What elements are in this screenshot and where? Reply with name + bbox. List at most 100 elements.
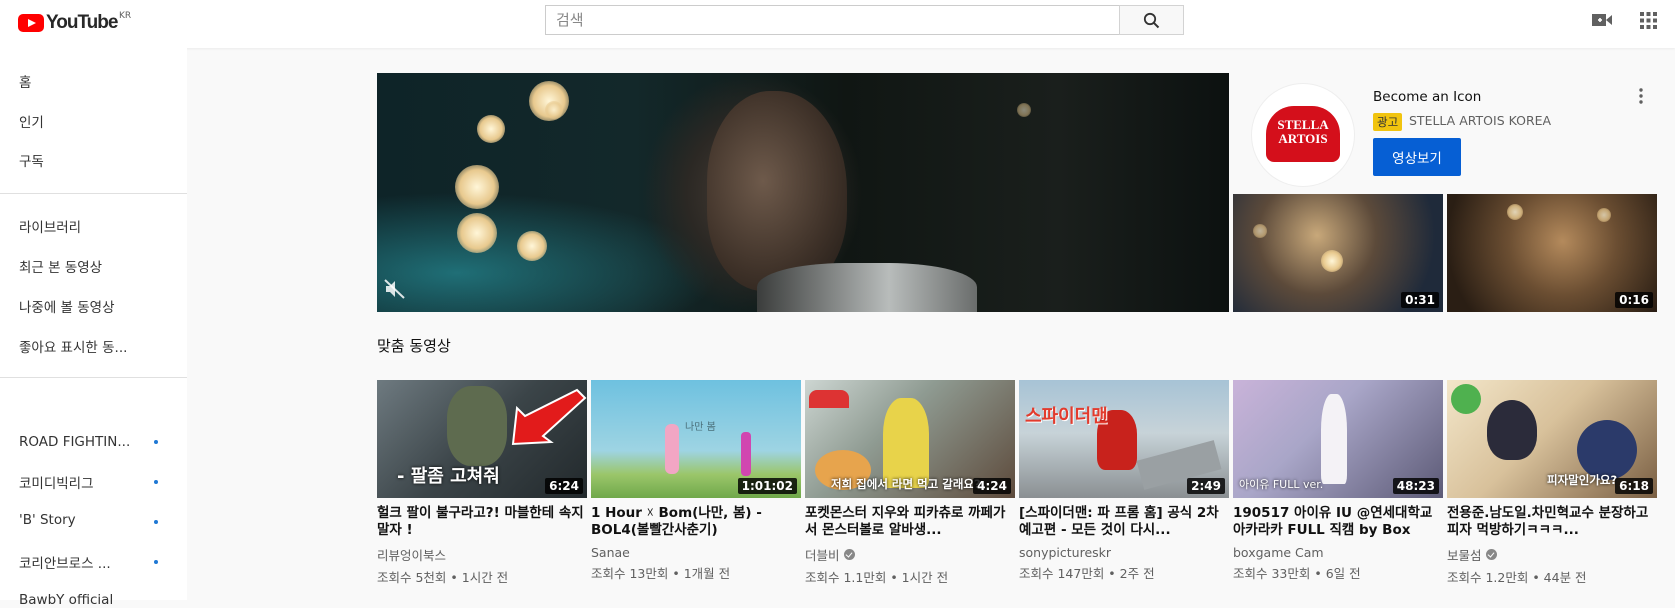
video-thumbnail[interactable]: 아이유 FULL ver. 48:23 bbox=[1233, 380, 1443, 498]
new-content-dot bbox=[154, 480, 158, 484]
advertiser-logo-text: STELLA bbox=[1277, 117, 1329, 132]
muted-speaker-icon bbox=[384, 279, 405, 299]
advertiser-logo[interactable]: STELLA ARTOIS bbox=[1252, 84, 1354, 186]
video-card: 저희 집에서 라면 먹고 갈래요? 4:24 포켓몬스터 지우와 피카츄로 까페… bbox=[805, 380, 1015, 586]
channel-name[interactable]: 더블비 bbox=[805, 545, 840, 564]
ad-banner-video[interactable] bbox=[377, 73, 1229, 312]
channel-name[interactable]: Sanae bbox=[591, 545, 630, 560]
thumbnail-caption: 스파이더맨 bbox=[1025, 406, 1108, 427]
sidebar-item-history[interactable]: 최근 본 동영상 bbox=[19, 256, 102, 276]
video-duration: 6:18 bbox=[1615, 478, 1653, 494]
sidebar-item-trending[interactable]: 인기 bbox=[19, 111, 44, 131]
video-camera-icon bbox=[1592, 14, 1612, 26]
channel-name-row: 리뷰엉이북스 bbox=[377, 545, 587, 564]
channel-name[interactable]: 리뷰엉이북스 bbox=[377, 545, 446, 564]
video-thumbnail[interactable]: 저희 집에서 라면 먹고 갈래요? 4:24 bbox=[805, 380, 1015, 498]
video-meta: 조회수 1.2만회 • 44분 전 bbox=[1447, 570, 1587, 585]
ad-channel-name[interactable]: STELLA ARTOIS KOREA bbox=[1409, 113, 1551, 128]
new-content-dot bbox=[154, 440, 158, 444]
video-title[interactable]: 전용준.남도일.차민혁교수 분장하고 피자 먹방하기ㅋㅋㅋ... bbox=[1447, 505, 1657, 539]
video-meta: 조회수 13만회 • 1개월 전 bbox=[591, 566, 731, 581]
sidebar-item-liked-videos[interactable]: 좋아요 표시한 동... bbox=[19, 336, 127, 356]
thumbnail-caption: 아이유 FULL ver. bbox=[1239, 478, 1324, 491]
thumbnail-caption: 나만 봄 bbox=[685, 422, 716, 433]
thumbnail-caption: 저희 집에서 라면 먹고 갈래요? bbox=[831, 477, 981, 491]
video-duration: 1:01:02 bbox=[737, 478, 797, 494]
ad-more-options-button[interactable] bbox=[1639, 88, 1643, 108]
subscription-item[interactable]: 코미디빅리그 bbox=[19, 472, 94, 492]
channel-name[interactable]: sonypictureskr bbox=[1019, 545, 1111, 560]
video-thumbnail[interactable]: 나만 봄 1:01:02 bbox=[591, 380, 801, 498]
video-title[interactable]: 헐크 팔이 불구라고?! 마블한테 속지 말자 ! bbox=[377, 505, 587, 539]
apps-grid-icon bbox=[1640, 12, 1657, 29]
video-thumbnail[interactable]: 스파이더맨 2:49 bbox=[1019, 380, 1229, 498]
subscription-item[interactable]: 코리안브로스 ... bbox=[19, 552, 111, 572]
new-content-dot bbox=[154, 520, 158, 524]
channel-name-row: Sanae bbox=[591, 545, 801, 560]
channel-name-row: 보물섬 bbox=[1447, 545, 1657, 564]
video-title[interactable]: 190517 아이유 IU @연세대학교 아카라카 FULL 직캠 by Box bbox=[1233, 505, 1443, 539]
sidebar-item-home[interactable]: 홈 bbox=[19, 71, 31, 91]
video-duration: 4:24 bbox=[973, 478, 1011, 494]
search-input[interactable] bbox=[546, 6, 1119, 34]
more-vert-icon bbox=[1639, 88, 1643, 104]
video-title[interactable]: 1 Hour ☓ Bom(나만, 봄) - BOL4(볼빨간사춘기) bbox=[591, 505, 801, 539]
create-video-button[interactable] bbox=[1592, 12, 1612, 32]
ad-badge: 광고 bbox=[1373, 113, 1403, 131]
sidebar-item-watch-later[interactable]: 나중에 볼 동영상 bbox=[19, 296, 115, 316]
sidebar-item-subscriptions[interactable]: 구독 bbox=[19, 150, 44, 170]
subscription-item[interactable]: BawbY official bbox=[19, 592, 113, 608]
channel-name-row: 더블비 bbox=[805, 545, 1015, 564]
subscription-item[interactable]: 'B' Story bbox=[19, 512, 76, 528]
video-meta: 조회수 33만회 • 6일 전 bbox=[1233, 566, 1361, 581]
watch-video-button[interactable]: 영상보기 bbox=[1373, 138, 1461, 176]
sidebar-divider bbox=[0, 377, 187, 378]
video-duration: 0:31 bbox=[1401, 292, 1439, 308]
subscription-item[interactable]: ROAD FIGHTIN... bbox=[19, 434, 130, 450]
ad-thumbnail[interactable]: 0:31 bbox=[1233, 194, 1443, 312]
search-box bbox=[545, 5, 1119, 35]
video-card: 나만 봄 1:01:02 1 Hour ☓ Bom(나만, 봄) - BOL4(… bbox=[591, 380, 801, 582]
video-card: 피자말인가요? 6:18 전용준.남도일.차민혁교수 분장하고 피자 먹방하기ㅋ… bbox=[1447, 380, 1657, 586]
ad-thumbnail[interactable]: 0:16 bbox=[1447, 194, 1657, 312]
section-title: 맞춤 동영상 bbox=[377, 337, 451, 355]
channel-name-row: sonypictureskr bbox=[1019, 545, 1229, 560]
verified-badge-icon bbox=[843, 549, 855, 560]
video-duration: 6:24 bbox=[545, 478, 583, 494]
video-meta: 조회수 5천회 • 1시간 전 bbox=[377, 570, 509, 585]
video-duration: 2:49 bbox=[1187, 478, 1225, 494]
video-thumbnail[interactable]: 피자말인가요? 6:18 bbox=[1447, 380, 1657, 498]
logo-text: YouTube bbox=[46, 12, 118, 33]
video-duration: 0:16 bbox=[1615, 292, 1653, 308]
red-arrow-graphic bbox=[511, 388, 587, 446]
video-meta: 조회수 1.1만회 • 1시간 전 bbox=[805, 570, 949, 585]
video-card: - 팔좀 고쳐줘 6:24 헐크 팔이 불구라고?! 마블한테 속지 말자 ! … bbox=[377, 380, 587, 586]
video-title[interactable]: [스파이더맨: 파 프롬 홈] 공식 2차 예고편 - 모든 것이 다시... bbox=[1019, 505, 1229, 539]
sidebar-divider bbox=[0, 193, 187, 194]
verified-badge-icon bbox=[1485, 549, 1497, 560]
video-title[interactable]: 포켓몬스터 지우와 피카츄로 까페가서 몬스터볼로 알바생... bbox=[805, 505, 1015, 539]
sidebar: 홈 인기 구독 라이브러리 최근 본 동영상 나중에 볼 동영상 좋아요 표시한… bbox=[0, 48, 187, 608]
thumbnail-caption: 피자말인가요? bbox=[1547, 473, 1618, 487]
video-card: 스파이더맨 2:49 [스파이더맨: 파 프롬 홈] 공식 2차 예고편 - 모… bbox=[1019, 380, 1229, 582]
video-thumbnail[interactable]: - 팔좀 고쳐줘 6:24 bbox=[377, 380, 587, 498]
ad-title[interactable]: Become an Icon bbox=[1373, 89, 1481, 105]
thumbnail-caption: - 팔좀 고쳐줘 bbox=[397, 466, 500, 487]
video-card: 아이유 FULL ver. 48:23 190517 아이유 IU @연세대학교… bbox=[1233, 380, 1443, 582]
mute-button[interactable] bbox=[384, 279, 406, 303]
new-content-dot bbox=[154, 560, 158, 564]
video-meta: 조회수 147만회 • 2주 전 bbox=[1019, 566, 1155, 581]
search-button[interactable] bbox=[1119, 5, 1184, 35]
channel-name-row: boxgame Cam bbox=[1233, 545, 1443, 560]
country-code: KR bbox=[119, 11, 132, 21]
channel-name[interactable]: boxgame Cam bbox=[1233, 545, 1324, 560]
model-portrait bbox=[707, 91, 847, 291]
youtube-logo[interactable]: YouTube KR bbox=[18, 11, 131, 35]
sidebar-item-library[interactable]: 라이브러리 bbox=[19, 216, 81, 236]
apps-button[interactable] bbox=[1640, 12, 1657, 33]
channel-name[interactable]: 보물섬 bbox=[1447, 545, 1482, 564]
advertiser-logo-text: ARTOIS bbox=[1278, 131, 1328, 146]
search-icon bbox=[1143, 12, 1160, 29]
youtube-play-icon bbox=[18, 14, 44, 32]
masthead: YouTube KR bbox=[0, 0, 1675, 48]
